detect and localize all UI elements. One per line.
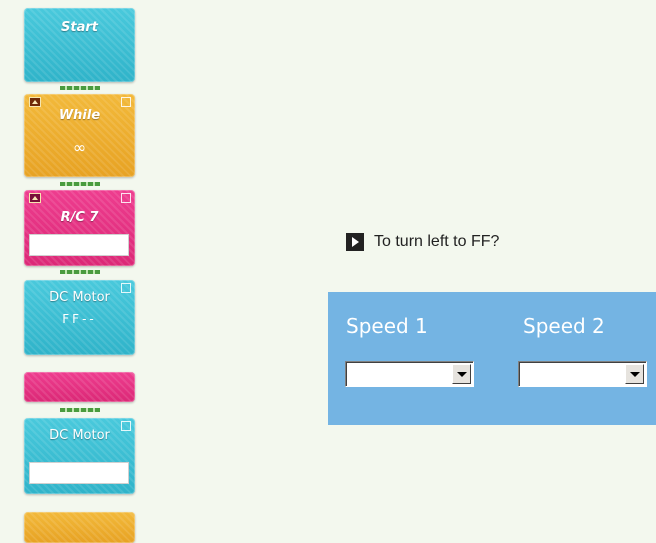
block-connector <box>60 86 100 90</box>
hint-text: To turn left to FF? <box>374 233 500 250</box>
hint-row: To turn left to FF? <box>346 233 499 251</box>
rc-label: R/C 7 <box>60 210 99 225</box>
chevron-down-icon[interactable] <box>625 364 644 384</box>
while-block[interactable]: While ∞ <box>24 94 135 177</box>
pink-end-block[interactable] <box>24 372 135 402</box>
speed-2-select[interactable] <box>518 361 647 387</box>
dc-motor-block-2[interactable]: DC Motor <box>24 418 135 494</box>
while-infinity-value: ∞ <box>72 138 87 157</box>
speed-1-label: Speed 1 <box>346 314 428 338</box>
arrow-right-icon <box>346 233 364 251</box>
block-corner-checkbox[interactable] <box>121 193 131 203</box>
collapse-toggle-icon[interactable] <box>29 193 41 203</box>
chevron-down-icon[interactable] <box>452 364 471 384</box>
block-corner-checkbox[interactable] <box>121 97 131 107</box>
while-label: While <box>58 108 101 123</box>
dc-motor-label: DC Motor <box>49 428 110 443</box>
dc-motor-block-1[interactable]: DC Motor FF-- <box>24 280 135 355</box>
speed-1-select[interactable] <box>345 361 474 387</box>
dc-motor-value-field[interactable] <box>29 462 129 484</box>
rc-block[interactable]: R/C 7 <box>24 190 135 266</box>
speed-2-label: Speed 2 <box>523 314 605 338</box>
dc-motor-label: DC Motor <box>49 290 110 305</box>
collapse-toggle-icon[interactable] <box>29 97 41 107</box>
dc-motor-value: FF-- <box>62 312 97 326</box>
rc-value-field[interactable] <box>29 234 129 256</box>
block-connector <box>60 182 100 186</box>
start-block[interactable]: Start <box>24 8 135 82</box>
block-connector <box>60 408 100 412</box>
start-label: Start <box>61 20 98 35</box>
block-connector <box>60 270 100 274</box>
speed-panel: Speed 1 Speed 2 <box>328 292 656 425</box>
orange-end-block[interactable] <box>24 512 135 543</box>
